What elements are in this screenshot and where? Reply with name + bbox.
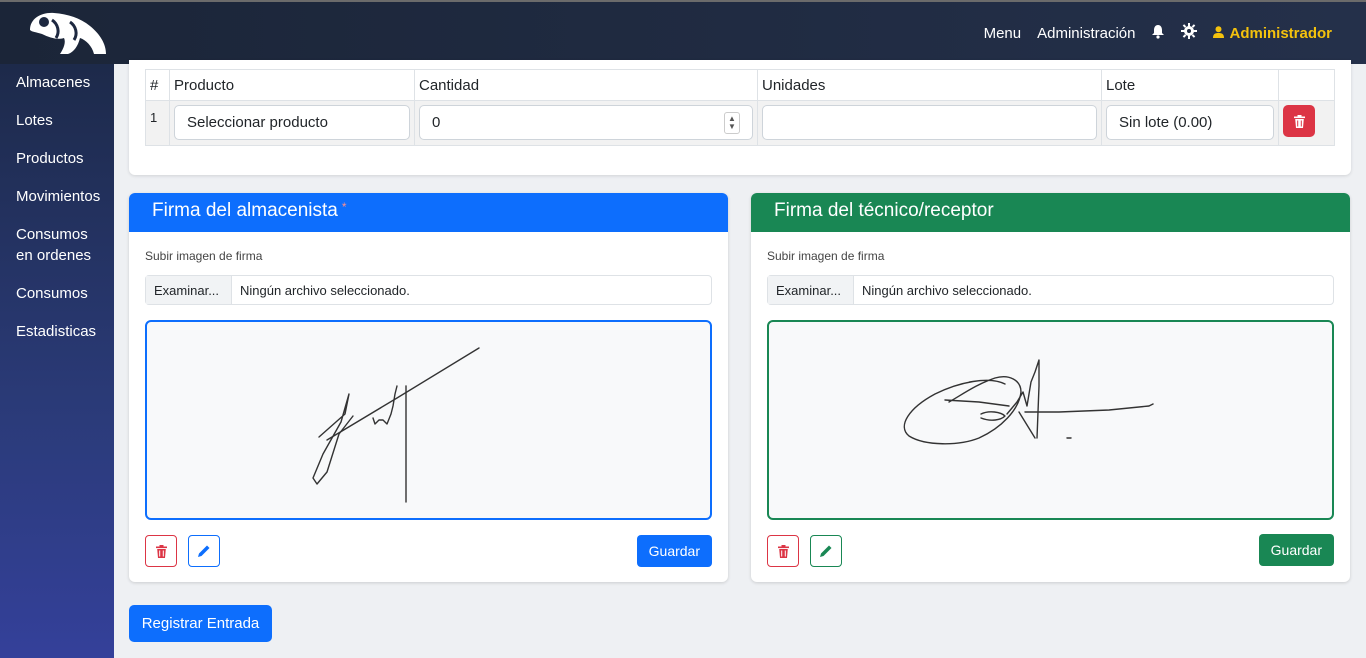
user-name: Administrador	[1229, 24, 1332, 42]
draw-signature-button[interactable]	[188, 535, 220, 567]
sidebar-item-movimientos[interactable]: Movimientos	[0, 186, 114, 207]
signature-card-technician: Firma del técnico/receptor Subir imagen …	[751, 193, 1350, 582]
quantity-stepper[interactable]: ▲ ▼	[724, 111, 740, 134]
signature-card-warehouse: Firma del almacenista * Subir imagen de f…	[129, 193, 728, 582]
sidebar-item-consumos-ordenes[interactable]: Consumos en ordenes	[0, 224, 100, 266]
trash-icon	[777, 544, 789, 558]
column-header-number: #	[145, 69, 170, 101]
clear-signature-button[interactable]	[767, 535, 799, 567]
file-status: Ningún archivo seleccionado.	[240, 282, 410, 298]
pencil-icon	[820, 545, 832, 557]
trash-icon	[1293, 114, 1305, 128]
user-icon	[1213, 25, 1225, 42]
sidebar: Almacenes Lotes Productos Movimientos Co…	[0, 64, 114, 658]
save-signature-button[interactable]: Guardar	[1258, 534, 1334, 566]
gear-icon[interactable]	[1181, 23, 1198, 43]
column-header-actions	[1278, 69, 1335, 101]
sidebar-item-productos[interactable]: Productos	[0, 148, 114, 169]
signature-card-header: Firma del almacenista *	[129, 193, 728, 232]
row-number: 1	[145, 100, 170, 146]
sidebar-item-almacenes[interactable]: Almacenes	[0, 72, 114, 93]
brand-logo[interactable]	[24, 10, 112, 58]
column-header-product: Producto	[169, 69, 415, 101]
clear-signature-button[interactable]	[145, 535, 177, 567]
save-signature-button[interactable]: Guardar	[636, 535, 712, 567]
sidebar-item-estadisticas[interactable]: Estadisticas	[0, 321, 114, 342]
column-header-units: Unidades	[757, 69, 1102, 101]
signature-card-header: Firma del técnico/receptor	[751, 193, 1350, 232]
nav-administration[interactable]: Administración	[1037, 25, 1135, 42]
browse-button[interactable]: Examinar...	[768, 276, 854, 304]
signature-drawing	[312, 347, 480, 503]
units-input[interactable]	[762, 105, 1097, 140]
upload-label: Subir imagen de firma	[145, 249, 263, 263]
top-navbar: Menu Administración Administrador	[0, 0, 1366, 64]
quantity-input[interactable]: 0 ▲ ▼	[419, 105, 753, 140]
trash-icon	[155, 544, 167, 558]
upload-label: Subir imagen de firma	[767, 249, 885, 263]
bell-icon[interactable]	[1151, 24, 1165, 43]
table-row: 1 Seleccionar producto 0 ▲ ▼ Sin lote (0.…	[145, 100, 1335, 146]
pencil-icon	[198, 545, 210, 557]
signature-drawing	[903, 359, 1154, 445]
delete-row-button[interactable]	[1283, 105, 1315, 137]
signature-pad[interactable]	[767, 320, 1334, 520]
products-card: # Producto Cantidad Unidades Lote 1 Sele…	[129, 60, 1351, 175]
signature-file-input[interactable]: Examinar... Ningún archivo seleccionado.	[145, 275, 712, 305]
sidebar-item-consumos[interactable]: Consumos	[0, 283, 114, 304]
browse-button[interactable]: Examinar...	[146, 276, 232, 304]
signature-file-input[interactable]: Examinar... Ningún archivo seleccionado.	[767, 275, 1334, 305]
required-marker: *	[341, 200, 347, 214]
nav-menu[interactable]: Menu	[984, 25, 1022, 42]
file-status: Ningún archivo seleccionado.	[862, 282, 1032, 298]
signature-title: Firma del almacenista	[152, 200, 338, 221]
products-table: # Producto Cantidad Unidades Lote 1 Sele…	[145, 69, 1335, 146]
column-header-quantity: Cantidad	[414, 69, 758, 101]
sidebar-item-lotes[interactable]: Lotes	[0, 110, 114, 131]
signature-pad[interactable]	[145, 320, 712, 520]
quantity-value: 0	[432, 114, 441, 131]
lot-select[interactable]: Sin lote (0.00)	[1106, 105, 1274, 140]
draw-signature-button[interactable]	[810, 535, 842, 567]
column-header-lot: Lote	[1101, 69, 1279, 101]
signature-title: Firma del técnico/receptor	[774, 200, 994, 221]
product-select[interactable]: Seleccionar producto	[174, 105, 410, 140]
user-menu[interactable]: Administrador	[1213, 25, 1332, 42]
register-entry-button[interactable]: Registrar Entrada	[129, 605, 272, 642]
